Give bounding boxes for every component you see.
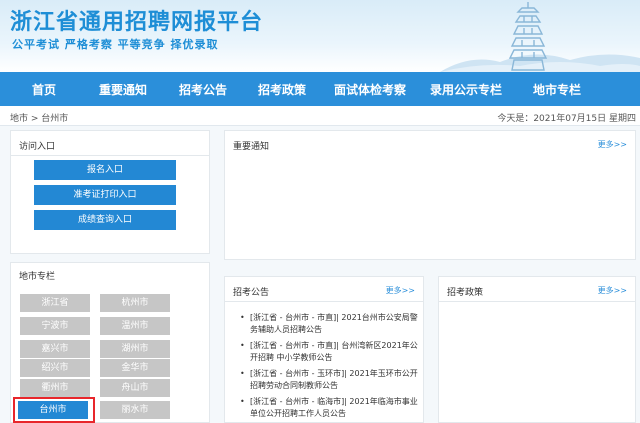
city-quzhou[interactable]: 衢州市 — [20, 379, 90, 397]
main-nav: 首页 重要通知 招考公告 招考政策 面试体检考察 录用公示专栏 地市专栏 — [0, 72, 640, 106]
nav-interview[interactable]: 面试体检考察 — [322, 81, 418, 98]
divider — [225, 301, 423, 302]
site-title: 浙江省通用招聘网报平台 — [10, 10, 264, 35]
nav-notices[interactable]: 重要通知 — [82, 81, 164, 98]
nav-policy[interactable]: 招考政策 — [242, 81, 322, 98]
bullet-icon: • — [240, 341, 245, 350]
nav-home[interactable]: 首页 — [6, 81, 82, 98]
announce-panel-title: 招考公告 — [233, 288, 270, 298]
site-header: 浙江省通用招聘网报平台 公平考试 严格考察 平等竞争 择优录取 — [0, 0, 640, 72]
breadcrumb-bar: 地市 > 台州市 今天是：2021年07月15日 星期四 — [0, 106, 640, 126]
city-jiaxing[interactable]: 嘉兴市 — [20, 340, 90, 358]
nav-city[interactable]: 地市专栏 — [514, 81, 600, 98]
current-date: 今天是：2021年07月15日 星期四 — [497, 114, 636, 124]
admission-ticket-button[interactable]: 准考证打印入口 — [34, 185, 176, 205]
city-zhejiang[interactable]: 浙江省 — [20, 294, 90, 312]
announce-more-link[interactable]: 更多>> — [386, 285, 415, 296]
city-panel-title: 地市专栏 — [19, 272, 56, 282]
divider — [439, 301, 635, 302]
nav-publicity[interactable]: 录用公示专栏 — [418, 81, 514, 98]
notice-more-link[interactable]: 更多>> — [598, 139, 627, 150]
register-entry-button[interactable]: 报名入口 — [34, 160, 176, 180]
breadcrumb[interactable]: 地市 > 台州市 — [10, 111, 68, 124]
city-jinhua[interactable]: 金华市 — [100, 359, 170, 377]
city-lishui[interactable]: 丽水市 — [100, 401, 170, 419]
selected-city-highlight — [13, 397, 95, 423]
site-slogan: 公平考试 严格考察 平等竞争 择优录取 — [12, 38, 219, 51]
city-zhoushan[interactable]: 舟山市 — [100, 379, 170, 397]
bullet-icon: • — [240, 369, 245, 378]
divider — [11, 155, 209, 156]
bullet-icon: • — [240, 313, 245, 322]
city-wenzhou[interactable]: 温州市 — [100, 317, 170, 335]
nav-announcements[interactable]: 招考公告 — [164, 81, 242, 98]
access-panel-title: 访问入口 — [19, 142, 56, 152]
policy-more-link[interactable]: 更多>> — [598, 285, 627, 296]
policy-panel: 招考政策 更多>> — [438, 276, 636, 423]
city-hangzhou[interactable]: 杭州市 — [100, 294, 170, 312]
pagoda-logo-icon — [508, 2, 548, 71]
city-huzhou[interactable]: 湖州市 — [100, 340, 170, 358]
notice-panel: 重要通知 更多>> — [224, 130, 636, 260]
policy-panel-title: 招考政策 — [447, 288, 484, 298]
notice-panel-title: 重要通知 — [233, 142, 270, 152]
bullet-icon: • — [240, 397, 245, 406]
city-shaoxing[interactable]: 绍兴市 — [20, 359, 90, 377]
city-ningbo[interactable]: 宁波市 — [20, 317, 90, 335]
score-query-button[interactable]: 成绩查询入口 — [34, 210, 176, 230]
